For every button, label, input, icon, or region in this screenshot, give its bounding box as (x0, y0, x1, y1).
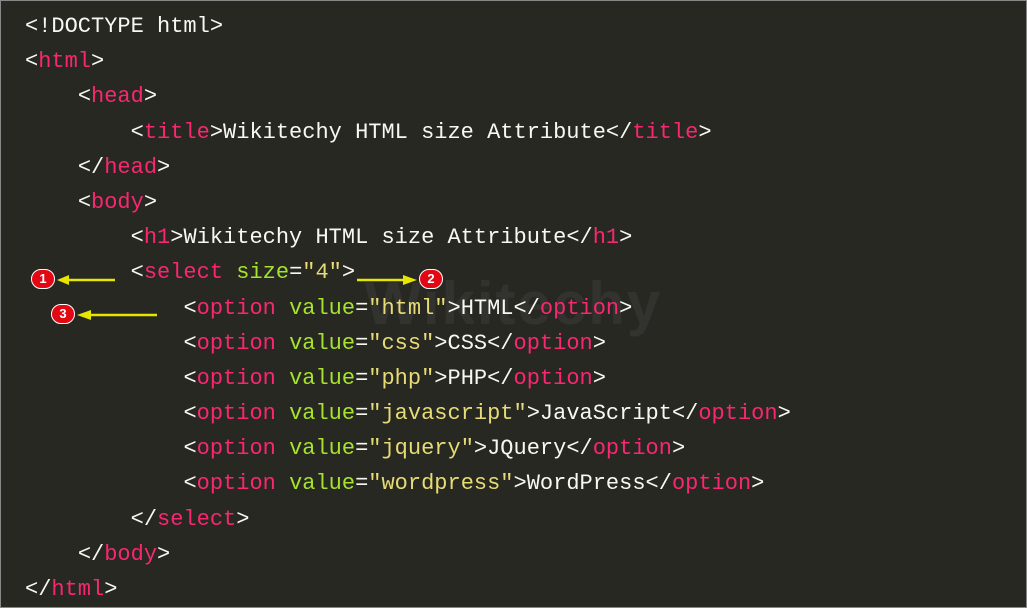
code-line: <title>Wikitechy HTML size Attribute</ti… (25, 115, 1022, 150)
doctype: <!DOCTYPE html> (25, 14, 223, 39)
title-text: Wikitechy HTML size Attribute (223, 120, 606, 145)
code-line: </select> (25, 502, 1022, 537)
code-line: <body> (25, 185, 1022, 220)
tag-option: option (197, 401, 276, 426)
arrow-3 (77, 308, 159, 322)
attr-value: value (289, 331, 355, 356)
attr-value: value (289, 366, 355, 391)
annotation-badge-1: 1 (31, 269, 55, 289)
val-option: "php" (368, 366, 434, 391)
tag-head: head (91, 84, 144, 109)
code-line: <head> (25, 79, 1022, 114)
val-option: "jquery" (368, 436, 474, 461)
arrow-2 (355, 273, 417, 287)
option-text: WordPress (527, 471, 646, 496)
option-text: CSS (448, 331, 488, 356)
h1-text: Wikitechy HTML size Attribute (183, 225, 566, 250)
arrow-1 (57, 273, 117, 287)
tag-option: option (197, 436, 276, 461)
option-text: JQuery (487, 436, 566, 461)
val-option: "html" (368, 296, 447, 321)
tag-title: title (144, 120, 210, 145)
tag-option: option (197, 296, 276, 321)
code-line: </head> (25, 150, 1022, 185)
tag-html: html (38, 49, 91, 74)
attr-value: value (289, 471, 355, 496)
code-line: </body> (25, 537, 1022, 572)
val-size: "4" (302, 260, 342, 285)
val-option: "css" (368, 331, 434, 356)
tag-body: body (91, 190, 144, 215)
code-line-select: <select size="4"> (25, 255, 1022, 290)
code-line-option: <option value="html">HTML</option> (25, 291, 1022, 326)
code-line: <!DOCTYPE html> (25, 9, 1022, 44)
attr-value: value (289, 401, 355, 426)
tag-select: select (144, 260, 223, 285)
code-line-option: <option value="jquery">JQuery</option> (25, 431, 1022, 466)
attr-value: value (289, 296, 355, 321)
tag-option: option (197, 331, 276, 356)
option-text: JavaScript (540, 401, 672, 426)
code-line: </html> (25, 572, 1022, 607)
tag-h1: h1 (144, 225, 170, 250)
code-line: <h1>Wikitechy HTML size Attribute</h1> (25, 220, 1022, 255)
attr-size: size (236, 260, 289, 285)
tag-option: option (197, 471, 276, 496)
annotation-badge-3: 3 (51, 304, 75, 324)
tag-option: option (197, 366, 276, 391)
code-line-option: <option value="wordpress">WordPress</opt… (25, 466, 1022, 501)
code-line: <html> (25, 44, 1022, 79)
annotation-badge-2: 2 (419, 269, 443, 289)
attr-value: value (289, 436, 355, 461)
val-option: "javascript" (368, 401, 526, 426)
option-text: PHP (448, 366, 488, 391)
code-line-option: <option value="javascript">JavaScript</o… (25, 396, 1022, 431)
option-text: HTML (461, 296, 514, 321)
code-line-option: <option value="php">PHP</option> (25, 361, 1022, 396)
code-line-option: <option value="css">CSS</option> (25, 326, 1022, 361)
val-option: "wordpress" (368, 471, 513, 496)
